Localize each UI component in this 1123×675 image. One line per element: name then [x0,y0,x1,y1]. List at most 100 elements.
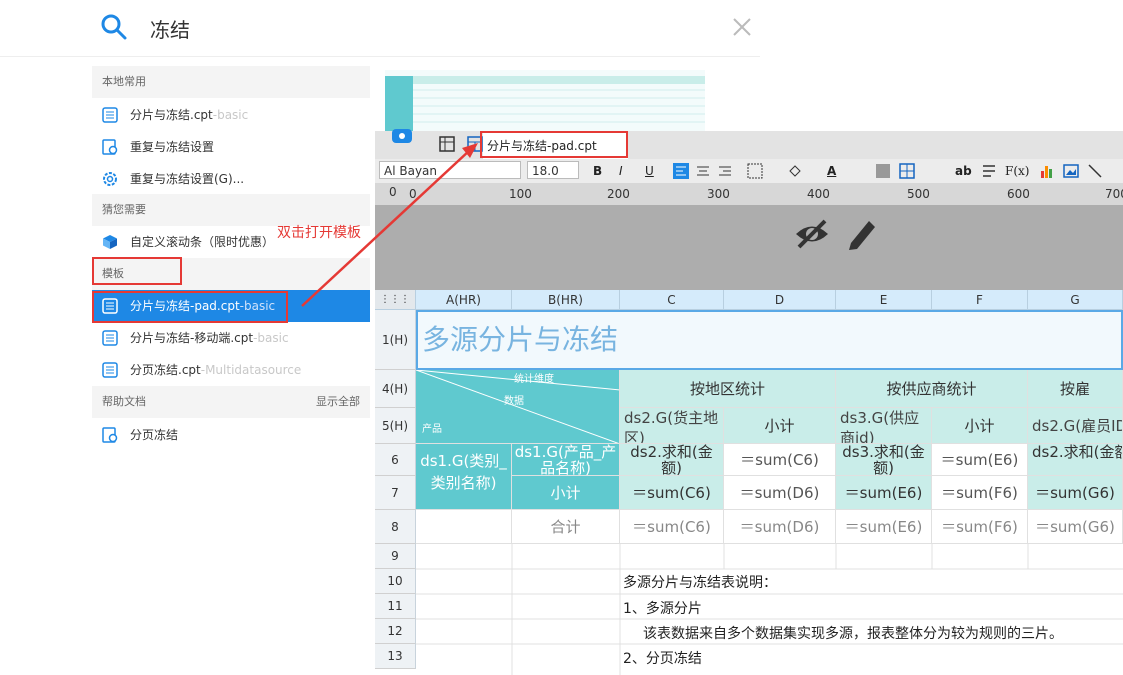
cell-d6[interactable]: ＝sum(C6) [724,444,836,476]
result-item-template-2[interactable]: 分页冻结.cpt-Multidatasource [92,354,370,386]
row-header-8[interactable]: 8 [375,510,416,544]
image-icon[interactable] [1063,163,1079,179]
font-size-select[interactable]: 18.0 [527,161,579,179]
border-icon[interactable] [747,163,763,179]
diagonal-header-cell[interactable]: 统计维度 数据 产品 [416,370,620,444]
cell-c7[interactable]: ＝sum(C6) [620,476,724,510]
row-header-11[interactable]: 11 [375,594,416,619]
slash-icon[interactable] [1087,163,1103,179]
search-bar: 冻结 [0,0,760,57]
group-header-supplier[interactable]: 按供应商统计 [836,370,1028,408]
cell-f7[interactable]: ＝sum(F6) [932,476,1028,510]
cell-b8[interactable]: 合计 [512,510,620,544]
table-icon[interactable] [899,163,915,179]
annotation-box-tab [480,131,628,158]
cell-d8[interactable]: ＝sum(D6) [724,510,836,544]
cell-e7[interactable]: ＝sum(E6) [836,476,932,510]
cell-f8[interactable]: ＝sum(F6) [932,510,1028,544]
result-label: 重复与冻结设置 [130,140,215,154]
align-left-icon[interactable] [673,163,689,179]
cell-g7[interactable]: ＝sum(G6) [1028,476,1123,510]
cell-c8[interactable]: ＝sum(C6) [620,510,724,544]
cell-b7[interactable]: 小计 [512,476,620,510]
close-icon[interactable] [730,15,754,39]
ruler-tick: 200 [607,187,630,201]
align-center-icon[interactable] [695,163,711,179]
row-header-1[interactable]: 1(H) [375,310,416,370]
column-header-f[interactable]: F [932,290,1028,310]
result-label: 分页冻结 [130,428,179,442]
column-header-d[interactable]: D [724,290,836,310]
column-header-c[interactable]: C [620,290,724,310]
cell-e6[interactable]: ds3.求和(金额) [836,444,932,476]
column-header-a[interactable]: A(HR) [416,290,512,310]
result-suffix: -Multidatasource [200,363,302,377]
annotation-box-selected-item [92,291,288,323]
gear-icon [103,172,117,186]
group-header-employee[interactable]: 按雇 [1028,370,1123,408]
font-name-select[interactable]: Al Bayan [379,161,521,179]
show-all-link[interactable]: 显示全部 [316,386,360,418]
template-icon [102,107,118,123]
column-header-g[interactable]: G [1028,290,1123,310]
cell-c6[interactable]: ds2.求和(金额) [620,444,724,476]
section-label: 猜您需要 [102,203,146,216]
row-header-9[interactable]: 9 [375,544,416,569]
cell-g5[interactable]: ds2.G(雇员ID) [1028,408,1123,444]
cell-e8[interactable]: ＝sum(E6) [836,510,932,544]
cell-d7[interactable]: ＝sum(D6) [724,476,836,510]
result-item-template-1[interactable]: 分片与冻结-移动端.cpt-basic [92,322,370,354]
italic-button[interactable]: I [619,162,623,180]
result-item-local-2[interactable]: 重复与冻结设置(G)... [92,163,370,195]
group-header-region[interactable]: 按地区统计 [620,370,836,408]
cell-a8[interactable] [416,510,512,544]
formula-button[interactable]: F(x) [1005,162,1029,180]
result-item-local-1[interactable]: 重复与冻结设置 [92,131,370,163]
pencil-icon[interactable] [845,215,879,251]
empty-grid-lines [416,544,1123,675]
text-button[interactable]: ab [955,162,972,180]
cell-g6[interactable]: ds2.求和(金额) [1028,444,1123,476]
column-header-b[interactable]: B(HR) [512,290,620,310]
result-label: 分片与冻结-移动端.cpt [130,331,254,345]
fill-color-icon[interactable] [787,163,803,179]
underline-button[interactable]: U [645,162,654,180]
cell-c5[interactable]: ds2.G(货主地区) [620,408,724,444]
title-cell[interactable]: 多源分片与冻结 [416,310,1123,370]
grid-view-icon[interactable] [439,136,455,152]
cell-g8[interactable]: ＝sum(G6) [1028,510,1123,544]
row-header-5[interactable]: 5(H) [375,408,416,444]
result-suffix: -basic [253,331,289,345]
merge-cells-icon[interactable] [875,163,891,179]
row-header-10[interactable]: 10 [375,569,416,594]
eye-slash-icon[interactable] [793,217,831,251]
bold-button[interactable]: B [593,162,602,180]
column-header-e[interactable]: E [836,290,932,310]
cell-f6[interactable]: ＝sum(E6) [932,444,1028,476]
font-color-button[interactable]: A [827,162,836,180]
grid-corner[interactable]: ⋮⋮⋮ [375,290,416,310]
cell-d5[interactable]: 小计 [724,408,836,444]
report-header-area [375,205,1123,290]
search-input[interactable]: 冻结 [150,14,190,43]
section-local-common: 本地常用 [92,66,370,98]
annotation-box-template-section [92,257,182,285]
align-right-icon[interactable] [717,163,733,179]
result-item-help-0[interactable]: 分页冻结 [92,419,370,451]
row-header-13[interactable]: 13 [375,644,416,669]
row-header-4[interactable]: 4(H) [375,370,416,408]
cell-b6[interactable]: ds1.G(产品_产品名称) [512,444,620,476]
cell-e5[interactable]: ds3.G(供应商id) [836,408,932,444]
paragraph-icon[interactable] [981,163,997,179]
row-header-7[interactable]: 7 [375,476,416,510]
chart-icon[interactable] [1039,163,1055,179]
cell-a6[interactable]: ds1.G(类别_类别名称) [416,444,512,510]
search-icon[interactable] [100,12,128,42]
spreadsheet-grid: ⋮⋮⋮ A(HR) B(HR) C D E F G 1(H) 4(H) 5(H)… [375,290,1123,675]
ruler-tick: 300 [707,187,730,201]
result-item-local-0[interactable]: 分片与冻结.cpt-basic [92,99,370,131]
cell-f5[interactable]: 小计 [932,408,1028,444]
cube-icon [103,235,117,249]
row-header-6[interactable]: 6 [375,444,416,476]
row-header-12[interactable]: 12 [375,619,416,644]
